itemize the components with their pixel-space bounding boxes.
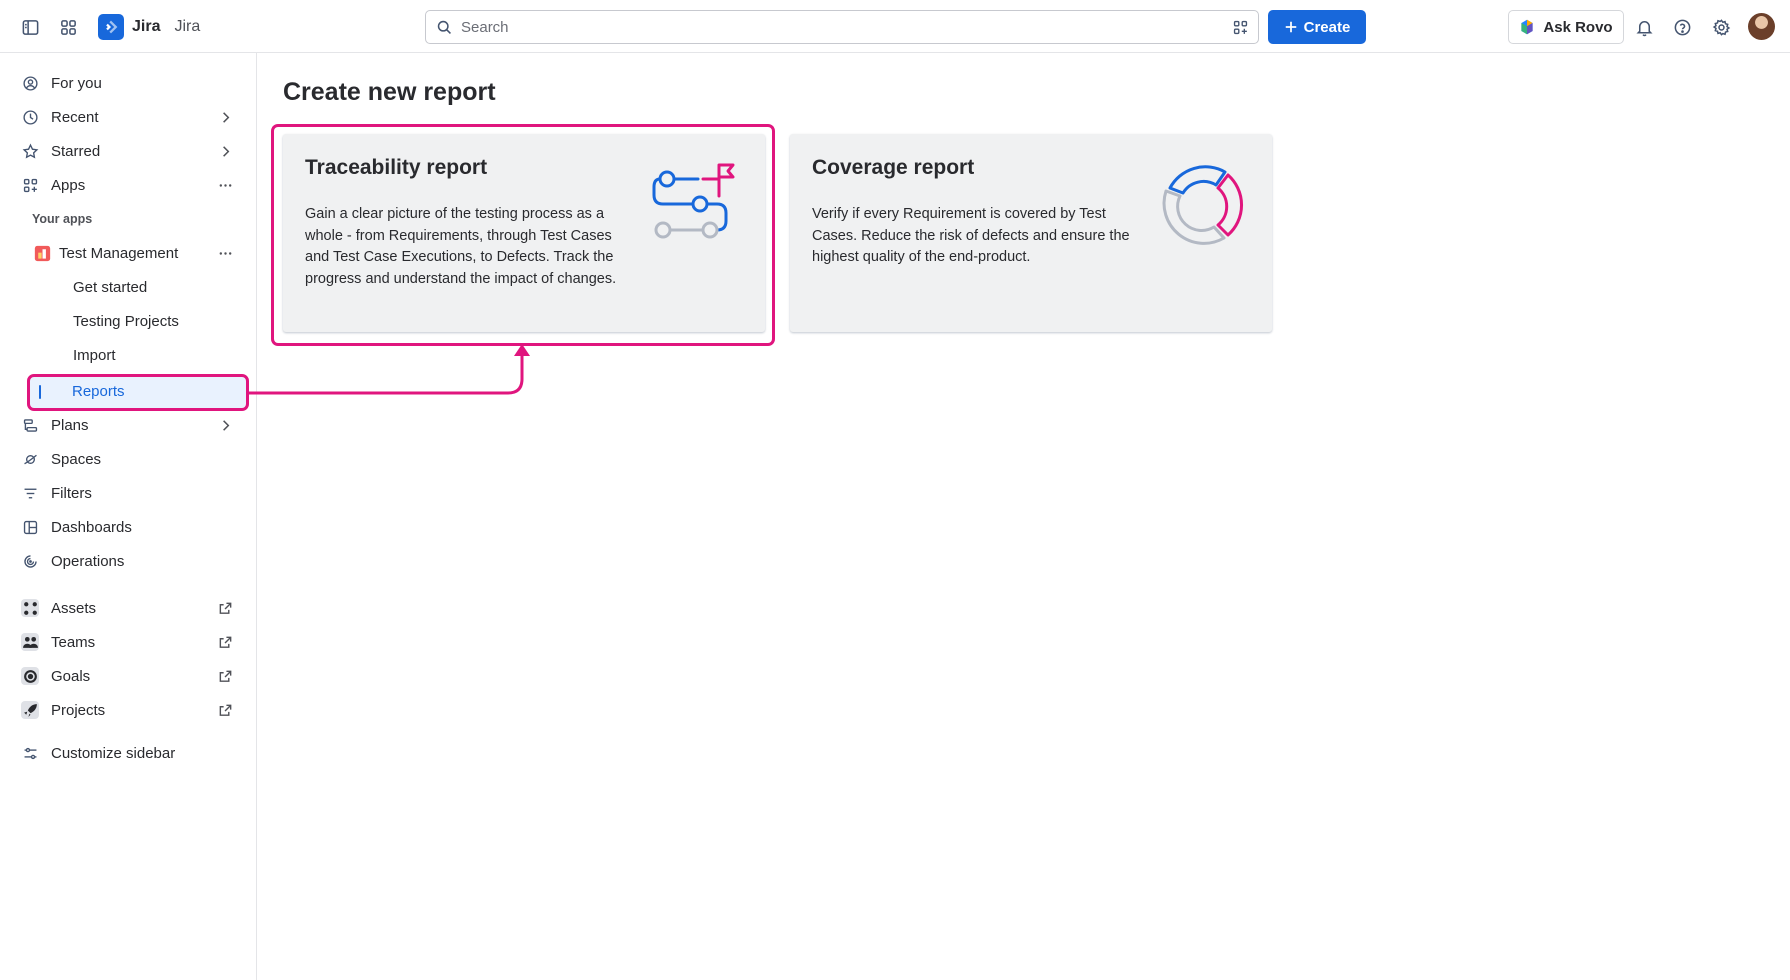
sidebar-subitem-reports[interactable]: Reports [28, 376, 248, 408]
sidebar-subitem-get-started[interactable]: Get started [73, 279, 147, 296]
sidebar-item-label: Plans [51, 416, 89, 434]
sidebar-item-operations[interactable]: Operations [14, 545, 242, 577]
sliders-icon [18, 741, 42, 765]
coverage-report-card[interactable]: Coverage report Verify if every Requirem… [790, 134, 1272, 332]
chevron-right-icon[interactable] [216, 142, 234, 160]
help-icon[interactable] [1665, 10, 1699, 44]
more-options-icon[interactable] [216, 244, 234, 262]
sidebar-item-spaces[interactable]: Spaces [14, 443, 242, 475]
sidebar-item-projects[interactable]: Projects [14, 694, 242, 726]
rovo-logo-icon [1519, 19, 1535, 35]
star-icon [18, 139, 42, 163]
brand-subtitle: Jira [174, 18, 201, 35]
sidebar-item-label: Customize sidebar [51, 744, 176, 762]
sidebar-item-label: Starred [51, 142, 101, 160]
sidebar-item-label: Projects [51, 701, 106, 719]
teams-icon [18, 630, 42, 654]
card-title: Traceability report [305, 156, 488, 179]
sidebar-item-label: For you [51, 74, 102, 92]
operations-icon [18, 549, 42, 573]
sidebar-item-teams[interactable]: Teams [14, 626, 242, 658]
sidebar-item-starred[interactable]: Starred [14, 135, 242, 167]
sidebar-item-assets[interactable]: Assets [14, 592, 242, 624]
plans-icon [18, 413, 42, 437]
external-link-icon[interactable] [216, 667, 234, 685]
search-icon [436, 19, 453, 36]
sidebar-item-recent[interactable]: Recent [14, 101, 242, 133]
rocket-icon [18, 698, 42, 722]
sidebar-item-goals[interactable]: Goals [14, 660, 242, 692]
create-button[interactable]: Create [1268, 10, 1366, 44]
sidebar-item-label: Test Management [59, 244, 179, 262]
chevron-right-icon[interactable] [216, 108, 234, 126]
test-management-app-icon [30, 241, 54, 265]
sidebar-item-dashboards[interactable]: Dashboards [14, 511, 242, 543]
chevron-right-icon[interactable] [216, 416, 234, 434]
search-bar[interactable] [425, 10, 1259, 44]
external-link-icon[interactable] [216, 701, 234, 719]
sidebar-item-label: Dashboards [51, 518, 132, 536]
coverage-donut-illustration-icon [1162, 165, 1243, 245]
sidebar-subitem-import[interactable]: Import [73, 347, 116, 364]
search-filter-icon[interactable] [1222, 12, 1258, 42]
traceability-illustration-icon [652, 163, 735, 239]
dashboard-icon [18, 515, 42, 539]
person-circle-icon [18, 71, 42, 95]
assets-icon [18, 596, 42, 620]
more-options-icon[interactable] [216, 176, 234, 194]
your-apps-label: Your apps [32, 212, 93, 226]
card-description: Gain a clear picture of the testing proc… [305, 206, 617, 287]
selected-indicator [39, 385, 41, 399]
sidebar-item-test-management[interactable]: Test Management [14, 237, 242, 269]
external-link-icon[interactable] [216, 599, 234, 617]
jira-brand[interactable]: Jira Jira [98, 14, 200, 40]
card-description: Verify if every Requirement is covered b… [812, 206, 1130, 265]
top-navigation-bar: Jira Jira Create Ask Rovo [0, 0, 1790, 53]
apps-icon [18, 173, 42, 197]
sidebar-item-label: Reports [72, 383, 125, 400]
sidebar-item-customize[interactable]: Customize sidebar [14, 737, 242, 769]
sidebar-toggle-icon[interactable] [13, 10, 47, 44]
card-title: Coverage report [812, 156, 975, 179]
sidebar-item-label: Recent [51, 108, 99, 126]
create-button-label: Create [1303, 18, 1351, 36]
spaces-icon [18, 447, 42, 471]
filter-icon [18, 481, 42, 505]
settings-gear-icon[interactable] [1704, 10, 1738, 44]
sidebar-item-plans[interactable]: Plans [14, 409, 242, 441]
traceability-report-card[interactable]: Traceability report Gain a clear picture… [283, 134, 765, 332]
sidebar-subitem-testing-projects[interactable]: Testing Projects [73, 313, 179, 330]
ask-rovo-button[interactable]: Ask Rovo [1508, 10, 1624, 44]
user-avatar[interactable] [1748, 13, 1775, 40]
ask-rovo-label: Ask Rovo [1543, 18, 1613, 36]
plus-icon [1284, 20, 1298, 34]
brand-name: Jira [132, 18, 161, 35]
app-switcher-icon[interactable] [51, 10, 85, 44]
jira-logo-icon [98, 14, 124, 40]
notifications-bell-icon[interactable] [1627, 10, 1661, 44]
sidebar-item-label: Goals [51, 667, 91, 685]
goals-icon [18, 664, 42, 688]
external-link-icon[interactable] [216, 633, 234, 651]
sidebar-item-label: Filters [51, 484, 92, 502]
page-title: Create new report [283, 78, 496, 106]
sidebar-item-filters[interactable]: Filters [14, 477, 242, 509]
sidebar: For you Recent Starred Apps Your apps Te… [0, 53, 257, 980]
search-input[interactable] [461, 18, 1222, 36]
sidebar-item-label: Teams [51, 633, 96, 651]
sidebar-item-label: Operations [51, 552, 125, 570]
sidebar-item-for-you[interactable]: For you [14, 67, 242, 99]
sidebar-item-label: Assets [51, 599, 97, 617]
sidebar-item-apps[interactable]: Apps [14, 169, 242, 201]
sidebar-item-label: Spaces [51, 450, 102, 468]
clock-icon [18, 105, 42, 129]
sidebar-item-label: Apps [51, 176, 86, 194]
